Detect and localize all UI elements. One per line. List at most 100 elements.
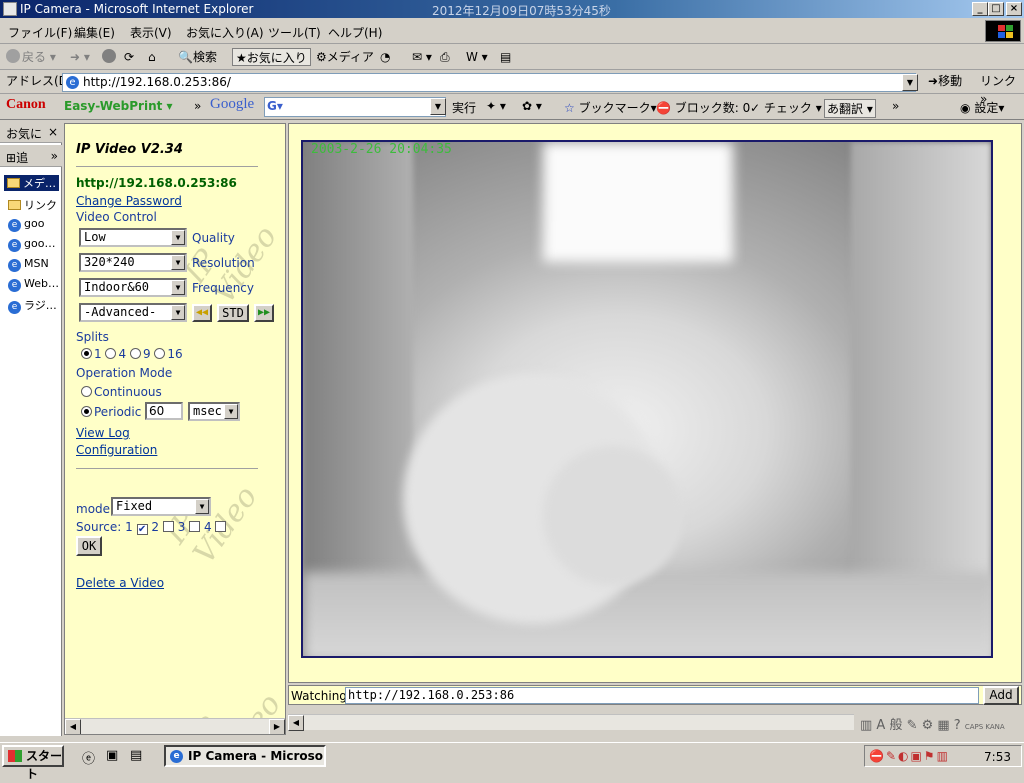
edit-button[interactable]: W ▾ bbox=[466, 48, 488, 66]
media-button[interactable]: ⚙メディア bbox=[316, 48, 374, 66]
add-button[interactable]: Add bbox=[983, 686, 1019, 705]
delete-video-link[interactable]: Delete a Video bbox=[76, 576, 164, 590]
source-2-checkbox[interactable] bbox=[162, 521, 174, 532]
favorite-goo[interactable]: e goo bbox=[8, 217, 44, 232]
period-input[interactable]: 60 bbox=[145, 402, 183, 420]
chevron-down-icon: ▼ bbox=[171, 230, 185, 245]
add-favorite-button[interactable]: ⊞追 » bbox=[0, 145, 62, 167]
favorite-folder-media[interactable]: メデ… bbox=[4, 175, 59, 191]
search-button[interactable]: 🔍検索 bbox=[178, 48, 217, 66]
tray-icons[interactable]: ⛔✎◐▣⚑▥ bbox=[869, 749, 950, 763]
fast-forward-icon: ▶▶ bbox=[257, 307, 271, 318]
back-button[interactable]: 戻る ▾ bbox=[6, 48, 56, 66]
configuration-link[interactable]: Configuration bbox=[76, 443, 157, 457]
favorite-radio[interactable]: e ラジ… bbox=[8, 297, 57, 314]
print-button[interactable]: ⎙ bbox=[440, 48, 450, 66]
split-9-radio[interactable]: 9 bbox=[129, 347, 151, 361]
ok-button[interactable]: OK bbox=[76, 536, 102, 556]
period-unit-select[interactable]: msec ▼ bbox=[188, 402, 240, 421]
chevron-icon[interactable]: » bbox=[194, 99, 201, 113]
chevron-down-icon: ▼ bbox=[171, 255, 185, 270]
horizontal-scrollbar[interactable]: ◀ ▶ bbox=[65, 718, 285, 734]
favorite-msn[interactable]: e MSN bbox=[8, 257, 49, 272]
quicklaunch-desktop-icon[interactable]: ▣ bbox=[106, 748, 118, 763]
puzzle-icon[interactable]: ✿ ▾ bbox=[522, 99, 542, 113]
discuss-button[interactable]: ▤ bbox=[500, 48, 511, 66]
favorites-button[interactable]: ★お気に入り bbox=[232, 48, 311, 66]
mail-button[interactable]: ✉ ▾ bbox=[412, 48, 432, 66]
google-search-input[interactable]: G▾ bbox=[264, 97, 446, 117]
address-input[interactable]: e http://192.168.0.253:86/ bbox=[62, 73, 916, 92]
taskbar-ie-window[interactable]: e IP Camera - Microso... bbox=[164, 745, 326, 767]
close-button[interactable]: × bbox=[1006, 2, 1022, 16]
prev-button[interactable]: ◀◀ bbox=[192, 304, 212, 322]
source-1-checkbox[interactable]: ✔ bbox=[136, 524, 148, 535]
block-count[interactable]: ⛔ ブロック数: 0 bbox=[656, 99, 750, 116]
go-button[interactable]: ➜移動 bbox=[928, 72, 962, 90]
menu-favorites[interactable]: お気に入り(A) bbox=[186, 24, 264, 41]
settings-button[interactable]: ◉ 設定▾ bbox=[960, 99, 1004, 116]
favorite-web[interactable]: e Web… bbox=[8, 277, 59, 292]
split-1-radio[interactable]: 1 bbox=[81, 347, 102, 361]
forward-button[interactable]: ➜ ▾ bbox=[70, 48, 90, 66]
bookmark-button[interactable]: ☆ ブックマーク▾ bbox=[564, 99, 657, 116]
quality-select[interactable]: Low ▼ bbox=[79, 228, 187, 247]
start-button[interactable]: スタート bbox=[2, 745, 64, 781]
news-icon[interactable]: ✦ ▾ bbox=[486, 99, 506, 113]
home-button[interactable]: ⌂ bbox=[148, 48, 156, 66]
frequency-select[interactable]: Indoor&60 ▼ bbox=[79, 278, 187, 297]
std-button[interactable]: STD bbox=[217, 304, 249, 322]
source-4-checkbox[interactable] bbox=[215, 521, 227, 532]
easy-webprint-button[interactable]: Easy-WebPrint ▾ bbox=[64, 99, 173, 113]
split-4-radio[interactable]: 4 bbox=[105, 347, 126, 361]
resolution-select[interactable]: 320*240 ▼ bbox=[79, 253, 187, 272]
next-button[interactable]: ▶▶ bbox=[254, 304, 274, 322]
advanced-select[interactable]: -Advanced- ▼ bbox=[79, 303, 187, 322]
camera-video-feed[interactable]: 2003-2-26 20:04:35 bbox=[301, 140, 993, 658]
continuous-radio[interactable]: Continuous bbox=[81, 385, 162, 399]
ie-page-icon: e bbox=[8, 219, 21, 232]
periodic-radio[interactable]: Periodic bbox=[81, 405, 141, 419]
quicklaunch-media-icon[interactable]: ▤ bbox=[130, 748, 142, 763]
menu-help[interactable]: ヘルプ(H) bbox=[328, 24, 382, 41]
view-log-link[interactable]: View Log bbox=[76, 426, 130, 440]
source-3-checkbox[interactable] bbox=[189, 521, 201, 532]
mode-select[interactable]: Fixed ▼ bbox=[111, 497, 211, 516]
refresh-button[interactable]: ⟳ bbox=[124, 48, 134, 66]
search-exec-button[interactable]: 実行 bbox=[452, 99, 476, 116]
spell-check-button[interactable]: ✓ チェック ▾ bbox=[750, 99, 822, 116]
back-arrow-icon bbox=[6, 49, 20, 63]
maximize-button[interactable]: □ bbox=[988, 2, 1004, 16]
close-icon[interactable]: × bbox=[48, 125, 58, 139]
favorite-folder-links[interactable]: リンク bbox=[8, 197, 57, 213]
ime-toolbar[interactable]: ▥ A 般 ✎ ⚙ ▦ ? CAPS KANA bbox=[860, 714, 1022, 736]
stop-button[interactable] bbox=[102, 48, 118, 66]
address-bar: アドレス(D) e http://192.168.0.253:86/ ▼ ➜移動 … bbox=[0, 70, 1024, 106]
change-password-link[interactable]: Change Password bbox=[76, 194, 182, 208]
google-search-dropdown[interactable]: ▼ bbox=[430, 98, 446, 115]
minimize-button[interactable]: _ bbox=[972, 2, 988, 16]
main-horizontal-scrollbar[interactable]: ◀ bbox=[288, 714, 854, 731]
video-frame: 2003-2-26 20:04:35 bbox=[288, 123, 1022, 683]
chevron-down-icon: ▼ bbox=[195, 499, 209, 514]
folder-icon bbox=[7, 178, 20, 188]
menu-file[interactable]: ファイル(F) bbox=[8, 24, 72, 41]
menu-tools[interactable]: ツール(T) bbox=[268, 24, 321, 41]
more-chevron-icon[interactable]: » bbox=[892, 99, 899, 113]
menu-view[interactable]: 表示(V) bbox=[130, 24, 172, 41]
history-button[interactable]: ◔ bbox=[380, 48, 390, 66]
watching-input[interactable]: http://192.168.0.253:86 bbox=[345, 687, 979, 704]
links-button[interactable]: リンク » bbox=[980, 72, 1024, 106]
divider bbox=[76, 166, 258, 167]
divider bbox=[76, 468, 258, 469]
translate-button[interactable]: あ翻訳 ▾ bbox=[824, 99, 876, 118]
scroll-right-icon: ▶ bbox=[269, 719, 285, 734]
split-16-radio[interactable]: 16 bbox=[154, 347, 183, 361]
address-dropdown[interactable]: ▼ bbox=[902, 74, 918, 91]
window-title: IP Camera - Microsoft Internet Explorer bbox=[20, 2, 254, 16]
windows-logo-icon bbox=[985, 20, 1021, 42]
menu-edit[interactable]: 編集(E) bbox=[74, 24, 115, 41]
quicklaunch-ie-icon[interactable]: ⓔ bbox=[82, 748, 95, 767]
canon-logo: Canon bbox=[6, 97, 46, 112]
favorite-goo2[interactable]: e goo… bbox=[8, 237, 55, 252]
